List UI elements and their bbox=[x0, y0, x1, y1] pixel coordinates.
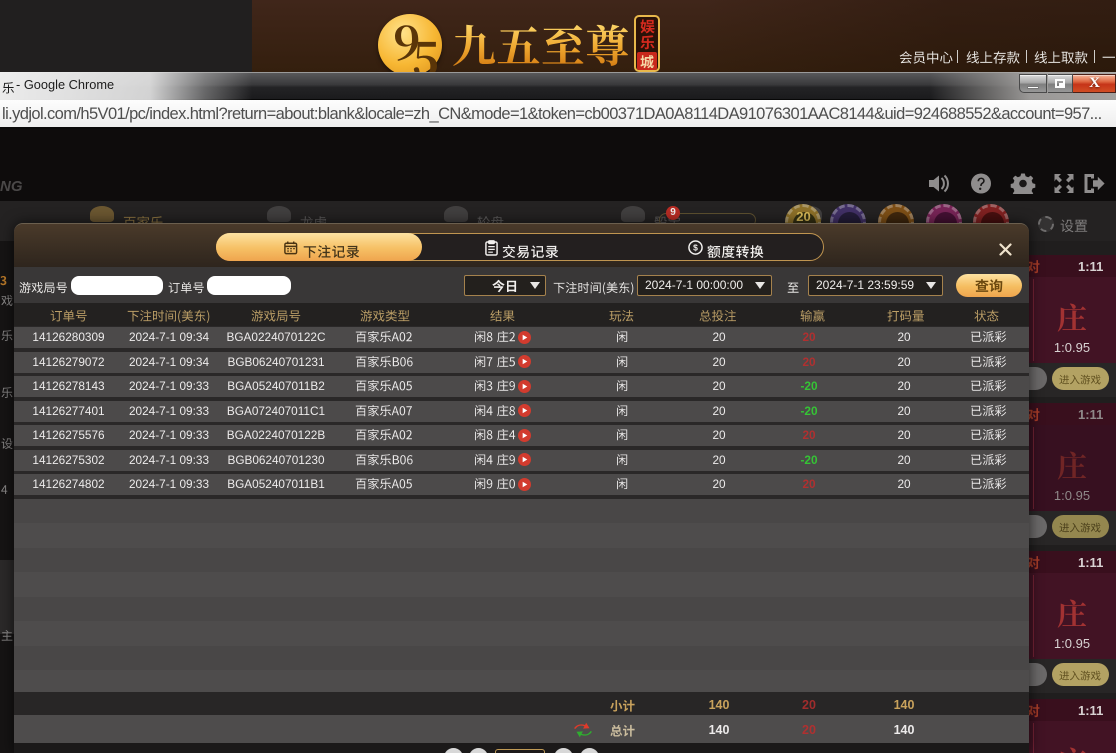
svg-text:$: $ bbox=[693, 243, 698, 253]
